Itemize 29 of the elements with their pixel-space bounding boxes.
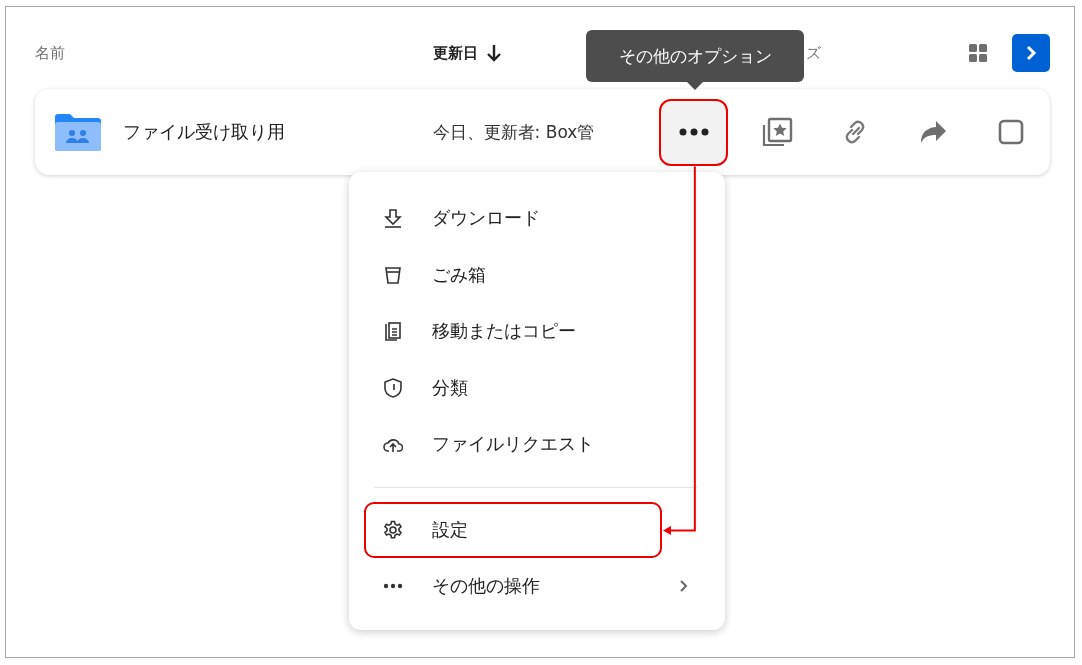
- file-row[interactable]: ファイル受け取り用 今日、更新者: Box管: [35, 89, 1050, 175]
- column-header[interactable]: 名前: [35, 43, 65, 63]
- tooltip: その他のオプション: [586, 30, 804, 82]
- trash-icon: [383, 264, 403, 285]
- download-icon: [383, 208, 403, 229]
- column-header[interactable]: ズ: [806, 43, 821, 63]
- shield-icon: [383, 377, 403, 398]
- more-options-button[interactable]: [659, 98, 729, 166]
- more-dots-icon: [383, 582, 403, 589]
- menu-item[interactable]: 設定: [364, 501, 662, 558]
- column-header[interactable]: 更新日: [433, 43, 478, 63]
- menu-item[interactable]: ファイルリクエスト: [364, 416, 709, 473]
- menu-item[interactable]: 移動またはコピー: [364, 303, 709, 360]
- grid-view-icon: [968, 43, 988, 63]
- more-dots-icon: [678, 128, 709, 136]
- chevron-right-icon: [1024, 45, 1038, 61]
- gear-icon: [383, 519, 403, 540]
- file-name[interactable]: ファイル受け取り用: [123, 120, 285, 144]
- shared-folder-icon: [55, 113, 101, 151]
- tooltip-pointer: [687, 82, 703, 90]
- menu-item[interactable]: その他の操作: [364, 557, 709, 614]
- modified-text: 今日、更新者: Box管: [432, 120, 596, 144]
- copy-icon: [383, 321, 403, 342]
- menu-item[interactable]: ごみ箱: [364, 246, 709, 303]
- menu-item[interactable]: 分類: [364, 359, 709, 416]
- sort-down-icon: [486, 44, 502, 62]
- collection-star-icon: [761, 116, 794, 148]
- sidebar-toggle-button[interactable]: [1012, 34, 1050, 72]
- menu-item[interactable]: ダウンロード: [364, 190, 709, 247]
